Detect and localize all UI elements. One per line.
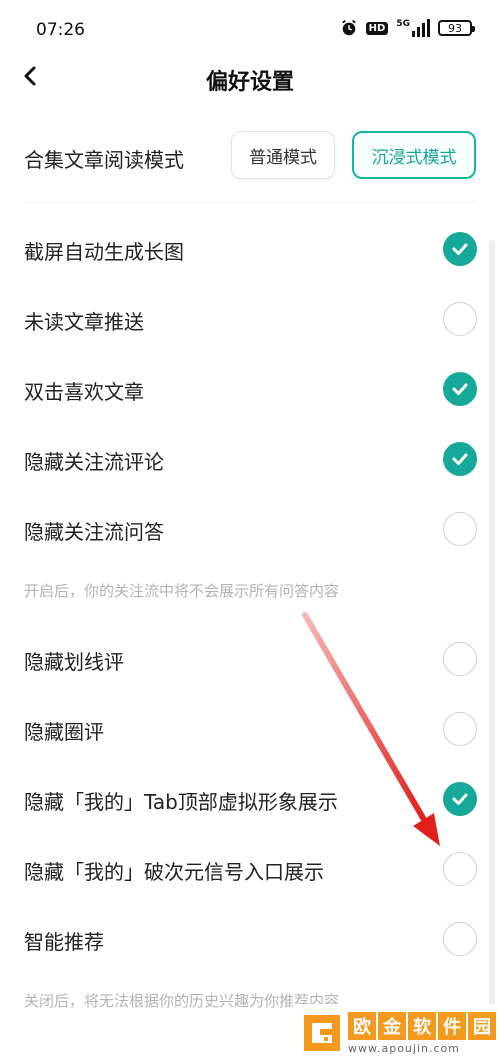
immersive-mode-button[interactable]: 沉浸式模式	[352, 131, 476, 179]
setting-label: 隐藏关注流评论	[24, 450, 164, 474]
setting-screenshot-long-image[interactable]: 截屏自动生成长图	[0, 216, 500, 282]
setting-label: 未读文章推送	[24, 310, 144, 334]
battery-level: 93	[448, 21, 462, 35]
reading-mode-row: 合集文章阅读模式 普通模式 沉浸式模式	[0, 124, 500, 190]
setting-hide-feed-qa[interactable]: 隐藏关注流问答	[0, 496, 500, 562]
unchecked-checkbox-icon[interactable]	[443, 642, 477, 676]
unchecked-checkbox-icon[interactable]	[443, 922, 477, 956]
hd-badge: HD	[365, 21, 389, 35]
reading-mode-label: 合集文章阅读模式	[24, 148, 184, 172]
setting-label: 隐藏「我的」破次元信号入口展示	[24, 860, 324, 884]
watermark-char: 软	[408, 1011, 436, 1040]
checked-checkbox-icon[interactable]	[443, 782, 477, 816]
setting-smart-recommend[interactable]: 智能推荐	[0, 906, 500, 972]
setting-label: 隐藏划线评	[24, 650, 124, 674]
recommend-hint-text: 关闭后，将无法根据你的历史兴趣为你推荐内容	[24, 992, 340, 1010]
setting-hide-feed-comments[interactable]: 隐藏关注流评论	[0, 426, 500, 492]
setting-unread-push[interactable]: 未读文章推送	[0, 286, 500, 352]
watermark-title: 欧金软件园	[348, 1011, 496, 1040]
watermark-char: 件	[438, 1011, 466, 1040]
battery-icon: 93	[438, 20, 475, 36]
unchecked-checkbox-icon[interactable]	[443, 712, 477, 746]
setting-hide-underline-comments[interactable]: 隐藏划线评	[0, 626, 500, 692]
checked-checkbox-icon[interactable]	[443, 232, 477, 266]
watermark-logo-icon	[304, 1015, 340, 1051]
qa-hint-text: 开启后，你的关注流中将不会展示所有问答内容	[24, 582, 340, 600]
checked-checkbox-icon[interactable]	[443, 372, 477, 406]
setting-label: 双击喜欢文章	[24, 380, 144, 404]
setting-double-tap-like[interactable]: 双击喜欢文章	[0, 356, 500, 422]
setting-label: 截屏自动生成长图	[24, 240, 184, 264]
watermark-url: www.apoujin.com	[348, 1041, 460, 1055]
divider	[24, 202, 476, 203]
checked-checkbox-icon[interactable]	[443, 442, 477, 476]
site-watermark: 欧金软件园 www.apoujin.com	[296, 1004, 500, 1062]
network-type: 5G	[396, 19, 410, 29]
signal-icon: 5G	[396, 19, 430, 37]
nav-bar: 偏好设置	[0, 52, 500, 104]
normal-mode-button[interactable]: 普通模式	[231, 131, 335, 179]
unchecked-checkbox-icon[interactable]	[443, 512, 477, 546]
setting-hide-avatar-display[interactable]: 隐藏「我的」Tab顶部虚拟形象展示	[0, 766, 500, 832]
status-bar: 07:26 HD 5G 93	[0, 0, 500, 56]
unchecked-checkbox-icon[interactable]	[443, 302, 477, 336]
watermark-char: 欧	[348, 1011, 376, 1040]
status-time: 07:26	[36, 20, 85, 40]
unchecked-checkbox-icon[interactable]	[443, 852, 477, 886]
alarm-icon	[341, 20, 356, 36]
setting-label: 隐藏圈评	[24, 720, 104, 744]
scrollbar[interactable]	[489, 240, 495, 1040]
setting-label: 隐藏关注流问答	[24, 520, 164, 544]
setting-label: 智能推荐	[24, 930, 104, 954]
setting-label: 隐藏「我的」Tab顶部虚拟形象展示	[24, 790, 338, 814]
status-icons: HD 5G 93	[340, 19, 475, 37]
watermark-char: 金	[378, 1011, 406, 1040]
watermark-char: 园	[468, 1011, 496, 1040]
setting-hide-dimension-entry[interactable]: 隐藏「我的」破次元信号入口展示	[0, 836, 500, 902]
page-title: 偏好设置	[205, 70, 294, 95]
setting-hide-circle-comments[interactable]: 隐藏圈评	[0, 696, 500, 762]
